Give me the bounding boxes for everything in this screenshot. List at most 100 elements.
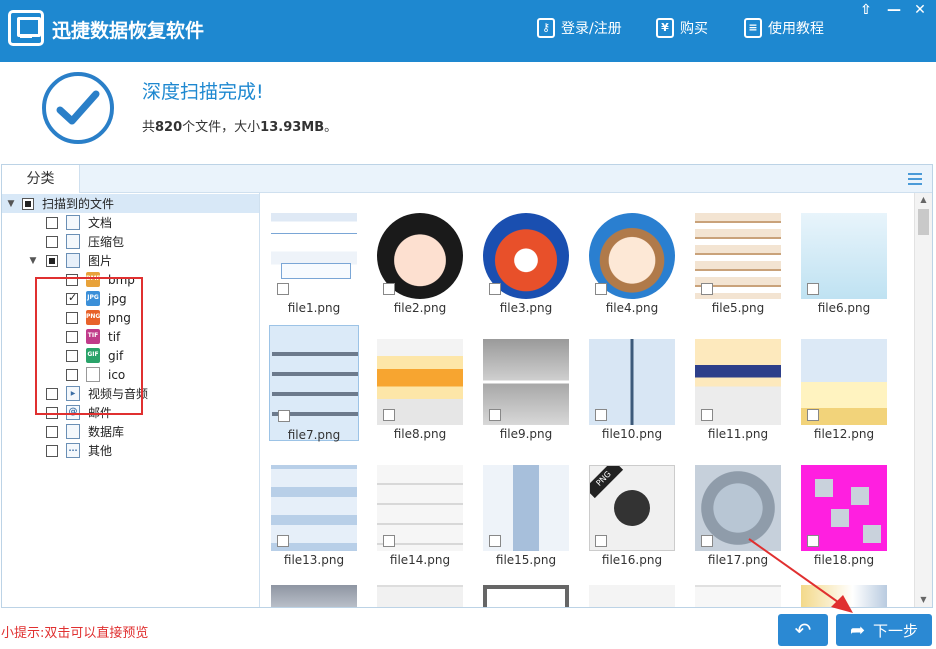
file-name: file1.png <box>287 301 341 315</box>
tree-root-label: 扫描到的文件 <box>42 197 115 211</box>
tab-category[interactable]: 分类 <box>2 165 80 193</box>
checkbox[interactable] <box>22 197 34 210</box>
thumbnail <box>483 585 569 607</box>
key-icon: ⚷ <box>537 18 555 38</box>
checkbox[interactable] <box>701 535 713 547</box>
next-step-label: 下一步 <box>873 621 919 640</box>
checkbox[interactable] <box>46 235 58 248</box>
file-tile[interactable]: file14.png <box>375 451 465 567</box>
checkbox[interactable] <box>489 283 501 295</box>
file-name: file5.png <box>711 301 765 315</box>
file-name: file7.png <box>287 428 341 442</box>
file-name: file8.png <box>393 427 447 441</box>
chevron-down-icon[interactable]: ▼ <box>6 199 16 209</box>
checkbox[interactable] <box>46 444 58 457</box>
menu-icon[interactable] <box>908 173 922 185</box>
file-tile[interactable]: file3.png <box>481 199 571 315</box>
file-tile-selected[interactable]: file7.png <box>269 325 359 442</box>
tip-text: 小提示:双击可以直接预览 <box>1 626 149 641</box>
tree-item-images[interactable]: ▼ 图片 <box>28 251 112 270</box>
total-size: 13.93MB <box>260 120 325 135</box>
file-tile[interactable]: file10.png <box>587 325 677 441</box>
next-step-button[interactable]: ➦ 下一步 <box>836 614 932 646</box>
file-tile[interactable]: file2.png <box>375 199 465 315</box>
file-tile[interactable]: file11.png <box>693 325 783 441</box>
file-tile[interactable]: file12.png <box>799 325 889 441</box>
other-icon: ··· <box>66 443 80 458</box>
checkbox[interactable] <box>46 254 58 267</box>
minimize-button[interactable]: — <box>880 0 908 20</box>
file-name: file12.png <box>813 427 875 441</box>
tree-root[interactable]: ▼ 扫描到的文件 <box>2 194 259 213</box>
checkbox[interactable] <box>278 410 290 422</box>
thumbnail <box>271 585 357 607</box>
file-tile[interactable]: file15.png <box>481 451 571 567</box>
database-icon <box>66 424 80 439</box>
category-tree: ▼ 扫描到的文件 文档 压缩包 ▼ 图片 BMP bmp JPG <box>2 193 260 607</box>
success-check-icon <box>42 72 114 144</box>
checkbox[interactable] <box>701 283 713 295</box>
scroll-up-icon[interactable]: ▲ <box>915 193 932 207</box>
checkbox[interactable] <box>595 409 607 421</box>
file-name: file9.png <box>499 427 553 441</box>
checkbox[interactable] <box>46 216 58 229</box>
scrollbar-thumb[interactable] <box>918 209 929 235</box>
file-name: file14.png <box>389 553 451 567</box>
checkbox[interactable] <box>277 535 289 547</box>
file-name: file4.png <box>605 301 659 315</box>
file-name: file13.png <box>283 553 345 567</box>
checkbox[interactable] <box>383 283 395 295</box>
image-icon <box>66 253 80 268</box>
file-name: file3.png <box>499 301 553 315</box>
file-name: file11.png <box>707 427 769 441</box>
chevron-down-icon[interactable]: ▼ <box>28 256 38 266</box>
checkbox[interactable] <box>489 409 501 421</box>
archive-icon <box>66 234 80 249</box>
file-tile[interactable]: file4.png <box>587 199 677 315</box>
document-icon <box>66 215 80 230</box>
tree-item-other[interactable]: ··· 其他 <box>46 441 112 460</box>
file-tile[interactable]: PNG file16.png <box>587 451 677 567</box>
file-tile[interactable]: file13.png <box>269 451 359 567</box>
tutorial-button[interactable]: ≡ 使用教程 <box>744 16 824 40</box>
file-tile[interactable]: file6.png <box>799 199 889 315</box>
tree-item-database[interactable]: 数据库 <box>46 422 124 441</box>
tree-item-document[interactable]: 文档 <box>46 213 112 232</box>
vertical-scrollbar[interactable]: ▲ ▼ <box>914 193 932 607</box>
checkbox[interactable] <box>701 409 713 421</box>
checkbox[interactable] <box>46 425 58 438</box>
file-name: file16.png <box>601 553 663 567</box>
file-tile[interactable]: file1.png <box>269 199 359 315</box>
checkbox[interactable] <box>595 535 607 547</box>
gear-icon <box>614 490 650 526</box>
back-button[interactable]: ↶ <box>778 614 828 646</box>
checkbox[interactable] <box>383 409 395 421</box>
checkbox[interactable] <box>489 535 501 547</box>
close-button[interactable]: ✕ <box>908 0 932 20</box>
buy-button[interactable]: ¥ 购买 <box>656 16 708 40</box>
status-summary: 共820个文件，大小13.93MB。 <box>142 120 338 135</box>
yen-icon: ¥ <box>656 18 674 38</box>
checkbox[interactable] <box>277 283 289 295</box>
scroll-down-icon[interactable]: ▼ <box>915 593 932 607</box>
png-badge: PNG <box>590 466 624 499</box>
file-name: file10.png <box>601 427 663 441</box>
thumbnail <box>377 585 463 607</box>
tree-item-archive[interactable]: 压缩包 <box>46 232 124 251</box>
file-tile[interactable]: file5.png <box>693 199 783 315</box>
title-bar: 迅捷数据恢复软件 ⚷ 登录/注册 ¥ 购买 ≡ 使用教程 ⇧ — ✕ <box>0 0 936 62</box>
file-name: file6.png <box>817 301 871 315</box>
file-name: file15.png <box>495 553 557 567</box>
checkbox[interactable] <box>807 283 819 295</box>
login-button[interactable]: ⚷ 登录/注册 <box>537 16 622 40</box>
file-tile[interactable]: file9.png <box>481 325 571 441</box>
checkbox[interactable] <box>807 409 819 421</box>
checkbox[interactable] <box>595 283 607 295</box>
pin-icon[interactable]: ⇧ <box>852 0 880 20</box>
file-tile[interactable]: file8.png <box>375 325 465 441</box>
thumbnail <box>589 585 675 607</box>
checkbox[interactable] <box>383 535 395 547</box>
login-label: 登录/注册 <box>561 21 622 37</box>
book-icon: ≡ <box>744 18 762 38</box>
buy-label: 购买 <box>680 21 708 37</box>
